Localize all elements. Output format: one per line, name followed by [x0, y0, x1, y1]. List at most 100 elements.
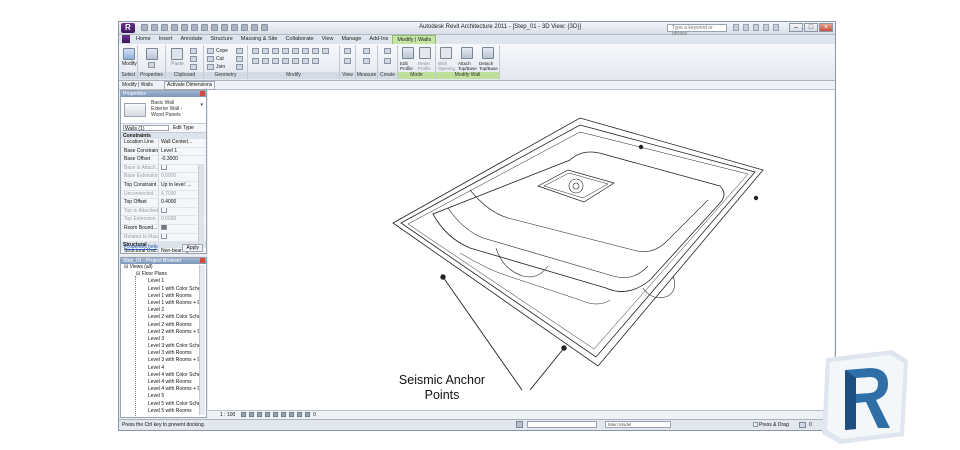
property-checkbox[interactable] [161, 207, 167, 213]
close-hidden-icon[interactable] [251, 24, 258, 31]
browser-tree-item[interactable]: Level 1 [121, 278, 206, 285]
measure-icon[interactable] [191, 24, 198, 31]
property-value[interactable]: 0.4000 [158, 199, 197, 207]
shadows-icon[interactable] [265, 412, 270, 417]
move-icon[interactable] [252, 58, 259, 64]
create-similar-icon[interactable] [384, 48, 391, 54]
tab-massing-site[interactable]: Massing & Site [237, 35, 282, 44]
scale-icon[interactable] [292, 58, 299, 64]
property-value[interactable]: Wall Centerl... [158, 139, 197, 147]
browser-tree-item[interactable]: Level 1 with Rooms + Di [121, 300, 206, 307]
tab-view[interactable]: View [318, 35, 338, 44]
show-crop-icon[interactable] [281, 412, 286, 417]
crop-view-icon[interactable] [273, 412, 278, 417]
demolish-icon[interactable] [236, 64, 243, 70]
trim-icon[interactable] [302, 48, 309, 54]
favorites-icon[interactable] [763, 24, 769, 31]
chevron-down-icon[interactable]: ▾ [200, 102, 203, 108]
browser-tree-item[interactable]: ⊟ Views (all) [121, 264, 206, 271]
paste-icon[interactable] [171, 48, 183, 60]
hide-icon[interactable] [344, 48, 351, 54]
browser-tree-item[interactable]: Level 4 [121, 365, 206, 372]
property-row[interactable]: Base Constraint Level 1 [121, 147, 206, 157]
3d-view-icon[interactable] [221, 24, 228, 31]
close-icon[interactable] [200, 258, 205, 263]
split-face-icon[interactable] [236, 48, 243, 54]
properties-scrollbar[interactable] [198, 165, 204, 245]
reset-profile-icon[interactable] [419, 47, 431, 59]
split-icon[interactable] [292, 48, 299, 54]
property-value[interactable] [158, 164, 197, 173]
thin-lines-icon[interactable] [241, 24, 248, 31]
browser-tree-item[interactable]: Level 3 [121, 336, 206, 343]
browser-tree-item[interactable]: Level 5 with Color Schem [121, 401, 206, 408]
delete-icon[interactable] [312, 58, 319, 64]
filter-icon[interactable] [799, 422, 806, 428]
detail-level-icon[interactable] [241, 412, 246, 417]
view-scale[interactable]: 1 : 100 [220, 412, 235, 418]
properties-help-link[interactable]: Properties help [124, 243, 158, 251]
tab-annotate[interactable]: Annotate [176, 35, 206, 44]
browser-tree-item[interactable]: Level 3 with Color Schem [121, 343, 206, 350]
offset-icon[interactable] [262, 48, 269, 54]
application-menu-button[interactable]: R [121, 23, 135, 33]
cut-icon[interactable] [190, 48, 197, 54]
property-value[interactable]: 0.0000 [158, 216, 197, 224]
trim-single-icon[interactable] [312, 48, 319, 54]
property-checkbox[interactable] [161, 224, 167, 230]
property-row[interactable]: Base is Attach... [121, 164, 206, 174]
apply-button[interactable]: Apply [182, 244, 203, 252]
press-drag-checkbox[interactable] [753, 422, 758, 427]
property-row[interactable]: Top Constraint Up to level: ... [121, 181, 206, 191]
browser-tree-item[interactable]: Level 4 with Rooms [121, 379, 206, 386]
browser-tree-item[interactable]: Level 3 with Rooms + Di [121, 357, 206, 364]
maximize-button[interactable]: □ [804, 23, 818, 32]
search-icon[interactable] [733, 24, 739, 31]
measure-tool-icon[interactable] [363, 48, 370, 54]
browser-tree-item[interactable]: Level 1 with Rooms [121, 293, 206, 300]
tab-add-ins[interactable]: Add-Ins [365, 35, 392, 44]
join-icon[interactable] [207, 64, 214, 70]
property-row[interactable]: Top Extension... 0.0000 [121, 216, 206, 225]
save-icon[interactable] [151, 24, 158, 31]
dimension-icon[interactable] [201, 24, 208, 31]
subscription-icon[interactable] [743, 24, 749, 31]
browser-tree-item[interactable]: Level 1 with Color Schem [121, 286, 206, 293]
wall-opening-icon[interactable] [440, 47, 452, 59]
mirror-draw-icon[interactable] [282, 48, 289, 54]
minimize-button[interactable]: – [789, 23, 803, 32]
property-checkbox[interactable] [161, 233, 167, 239]
visual-style-icon[interactable] [249, 412, 254, 417]
property-checkbox[interactable] [161, 164, 167, 170]
sun-path-icon[interactable] [257, 412, 262, 417]
reveal-hidden-icon[interactable] [305, 412, 310, 417]
app-tab[interactable] [122, 35, 130, 43]
edit-type-button[interactable]: Edit Type [173, 125, 194, 131]
browser-tree-item[interactable]: Level 5 [121, 393, 206, 400]
communication-icon[interactable] [753, 24, 759, 31]
print-icon[interactable] [181, 24, 188, 31]
properties-icon[interactable] [146, 48, 158, 60]
property-row[interactable]: Unconnected ... 4.7000 [121, 190, 206, 200]
lock-3d-icon[interactable] [289, 412, 294, 417]
open-icon[interactable] [141, 24, 148, 31]
rotate-icon[interactable] [272, 58, 279, 64]
section-icon[interactable] [231, 24, 238, 31]
design-option-select[interactable]: Main Model [605, 421, 671, 428]
activate-dimensions-button[interactable]: Activate Dimensions [164, 81, 216, 90]
align-icon[interactable] [252, 48, 259, 54]
browser-tree-item[interactable]: Level 2 with Color Schem [121, 314, 206, 321]
browser-tree-item[interactable]: Level 4 with Color Schem [121, 372, 206, 379]
pin-icon[interactable] [322, 48, 329, 54]
worksets-icon[interactable] [516, 421, 523, 428]
unpin-icon[interactable] [302, 58, 309, 64]
property-value[interactable] [158, 207, 197, 216]
tab-manage[interactable]: Manage [337, 35, 365, 44]
help-icon[interactable] [773, 24, 779, 31]
instance-filter-select[interactable]: Walls (1) [123, 125, 169, 132]
search-input[interactable]: Type a keyword or phrase [667, 24, 727, 37]
attach-top-base-icon[interactable] [461, 47, 473, 59]
browser-scrollbar[interactable] [199, 265, 205, 415]
property-row[interactable]: Room Bound... [121, 224, 206, 234]
modify-icon[interactable] [123, 48, 135, 60]
